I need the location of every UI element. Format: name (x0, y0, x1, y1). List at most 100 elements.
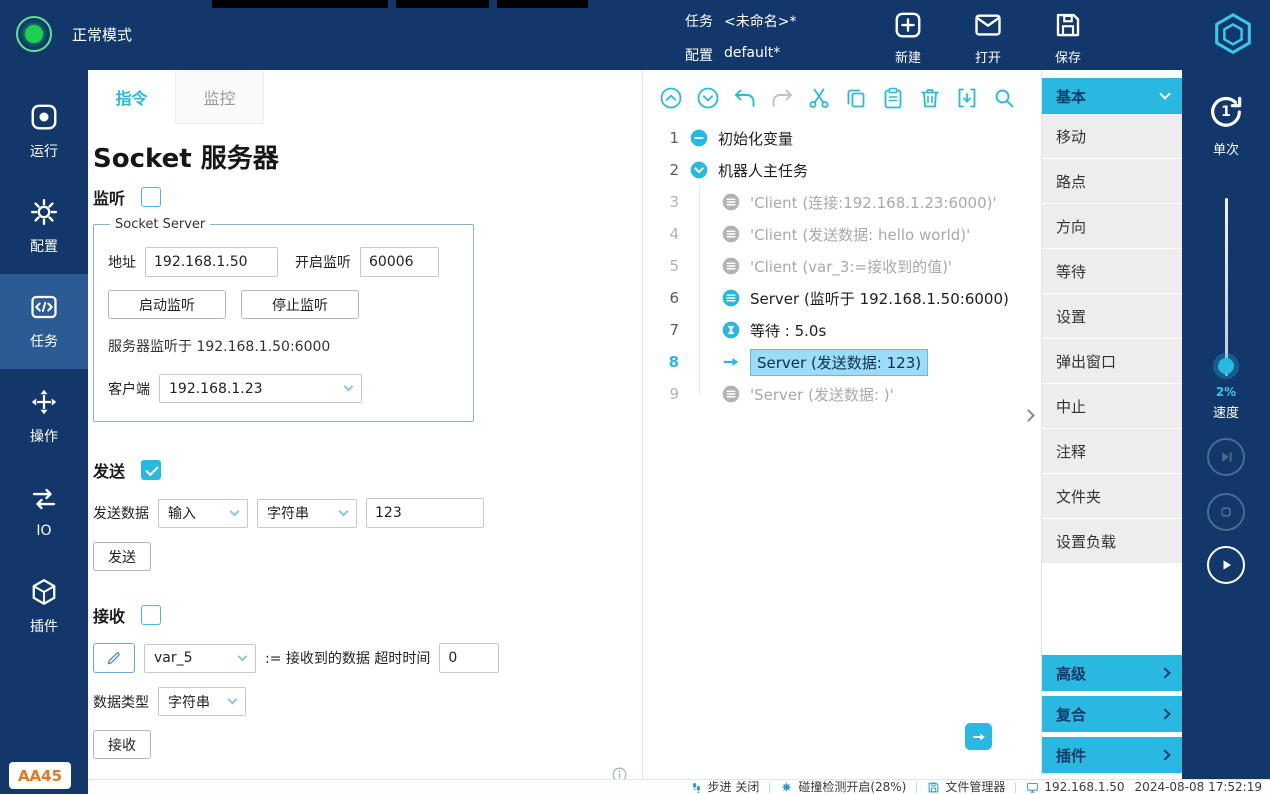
datetime-text: 2024-08-08 17:52:19 (1135, 780, 1262, 794)
tree-row-1[interactable]: 1 初始化变量 (643, 122, 1041, 154)
stop-button[interactable] (1207, 493, 1245, 531)
tree-row-9[interactable]: 9 'Server (发送数据: )' (643, 378, 1041, 410)
sidebar-item-plugin[interactable]: 插件 (0, 559, 88, 654)
scroll-to-current-button[interactable] (965, 723, 992, 750)
start-listen-button[interactable]: 启动监听 (108, 290, 226, 319)
plugin-icon (29, 577, 59, 607)
paste-special-button[interactable] (955, 86, 979, 110)
socket-server-group: Socket Server 地址 开启监听 启动监听 停止监听 服务器监听于 1… (93, 217, 474, 422)
palette-item-abort[interactable]: 中止 (1042, 384, 1182, 429)
palette-basic-label: 基本 (1056, 86, 1086, 107)
undo-button[interactable] (733, 86, 757, 110)
palette-item-comment[interactable]: 注释 (1042, 429, 1182, 474)
panel-tabs: 指令 监控 (88, 70, 642, 124)
listen-checkbox[interactable] (141, 187, 161, 207)
topbar-actions: 新建 打开 保存 (868, 10, 1108, 66)
port-input[interactable] (360, 247, 439, 277)
row-number: 2 (643, 161, 679, 179)
instruction-detail-panel: 指令 监控 Socket 服务器 监听 Socket Server 地址 开启监… (88, 70, 643, 779)
tree-row-8-selected[interactable]: 8 Server (发送数据: 123) (643, 346, 1041, 378)
row-number: 6 (643, 289, 679, 307)
sidebar-item-config[interactable]: 配置 (0, 179, 88, 274)
client-label: 客户端 (108, 379, 150, 399)
client-select[interactable]: 192.168.1.23 (159, 374, 362, 403)
speed-slider-track[interactable] (1225, 198, 1228, 376)
open-task-button[interactable]: 打开 (948, 10, 1028, 66)
new-task-button[interactable]: 新建 (868, 10, 948, 66)
tree-row-3[interactable]: 3 'Client (连接:192.168.1.23:6000)' (643, 186, 1041, 218)
paste-button[interactable] (881, 86, 905, 110)
send-button[interactable]: 发送 (93, 542, 151, 571)
palette-item-wait[interactable]: 等待 (1042, 249, 1182, 294)
top-black-strip (396, 0, 489, 8)
row-text: Server (监听于 192.168.1.50:6000) (750, 288, 1009, 309)
sidebar-item-task[interactable]: 任务 (0, 274, 88, 369)
row-text: 初始化变量 (718, 128, 793, 149)
step-next-button[interactable] (1207, 438, 1245, 476)
tab-instruction[interactable]: 指令 (88, 70, 176, 124)
palette-item-waypoint[interactable]: 路点 (1042, 159, 1182, 204)
collapse-all-button[interactable] (659, 86, 683, 110)
delete-button[interactable] (918, 86, 942, 110)
stop-listen-button[interactable]: 停止监听 (241, 290, 359, 319)
brand-logo-icon (1210, 11, 1256, 57)
palette-group-basic[interactable]: 基本 (1042, 78, 1182, 114)
collapse-panel-handle[interactable] (1024, 406, 1036, 424)
palette-group-advanced[interactable]: 高级 (1042, 655, 1182, 691)
sidebar-item-operate[interactable]: 操作 (0, 369, 88, 464)
receive-variable-select[interactable]: var_5 (144, 644, 256, 673)
search-button[interactable] (992, 86, 1016, 110)
play-button[interactable] (1207, 546, 1245, 584)
command-icon (721, 256, 741, 276)
row-number: 4 (643, 225, 679, 243)
send-checkbox[interactable] (141, 460, 161, 480)
datatype-select[interactable]: 字符串 (158, 687, 246, 716)
statusbar-divider (769, 782, 770, 793)
sidebar-item-io[interactable]: IO (0, 464, 88, 559)
mode-label: 正常模式 (72, 24, 132, 45)
tab-monitor[interactable]: 监控 (176, 70, 264, 124)
receive-checkbox[interactable] (141, 605, 161, 625)
step-mode-status[interactable]: 步进 关闭 (690, 780, 760, 794)
network-status[interactable]: 192.168.1.50 (1026, 780, 1124, 794)
task-name: <未命名>* (724, 11, 796, 31)
timeout-input[interactable] (439, 643, 499, 673)
redo-button[interactable] (770, 86, 794, 110)
speed-slider-thumb[interactable] (1218, 358, 1234, 374)
collision-status[interactable]: 碰撞检测开启(28%) (780, 780, 906, 794)
send-label: 发送 (93, 458, 125, 482)
copy-button[interactable] (844, 86, 868, 110)
cut-button[interactable] (807, 86, 831, 110)
new-file-icon (893, 10, 923, 40)
single-cycle-control[interactable]: 1 单次 (1182, 92, 1270, 158)
palette-item-direction[interactable]: 方向 (1042, 204, 1182, 249)
tree-row-5[interactable]: 5 'Client (var_3:=接收到的值)' (643, 250, 1041, 282)
send-source-select[interactable]: 输入 (158, 499, 248, 528)
palette-item-folder[interactable]: 文件夹 (1042, 474, 1182, 519)
palette-item-set[interactable]: 设置 (1042, 294, 1182, 339)
port-label: 开启监听 (295, 252, 351, 272)
save-task-button[interactable]: 保存 (1028, 10, 1108, 66)
palette-item-move[interactable]: 移动 (1042, 114, 1182, 159)
palette-group-plugin[interactable]: 插件 (1042, 737, 1182, 773)
file-manager-status[interactable]: 文件管理器 (927, 780, 1005, 794)
palette-item-payload[interactable]: 设置负载 (1042, 519, 1182, 564)
tree-row-2[interactable]: 2 机器人主任务 (643, 154, 1041, 186)
current-line-arrow-icon (721, 352, 741, 372)
sidebar-item-run[interactable]: 运行 (0, 84, 88, 179)
top-black-strip (497, 0, 588, 8)
listen-label: 监听 (93, 185, 125, 209)
instruction-palette: 基本 移动 路点 方向 等待 设置 弹出窗口 中止 注释 文件夹 设置负载 高级… (1042, 70, 1182, 779)
steps-icon (690, 781, 703, 794)
expand-all-button[interactable] (696, 86, 720, 110)
tree-row-7[interactable]: 7 等待 : 5.0s (643, 314, 1041, 346)
tree-row-6[interactable]: 6 Server (监听于 192.168.1.50:6000) (643, 282, 1041, 314)
palette-group-composite[interactable]: 复合 (1042, 696, 1182, 732)
send-type-select[interactable]: 字符串 (257, 499, 357, 528)
palette-item-popup[interactable]: 弹出窗口 (1042, 339, 1182, 384)
send-data-input[interactable] (366, 498, 484, 528)
edit-variable-button[interactable] (93, 643, 135, 673)
tree-row-4[interactable]: 4 'Client (发送数据: hello world)' (643, 218, 1041, 250)
receive-button[interactable]: 接收 (93, 730, 151, 759)
address-input[interactable] (145, 247, 278, 277)
